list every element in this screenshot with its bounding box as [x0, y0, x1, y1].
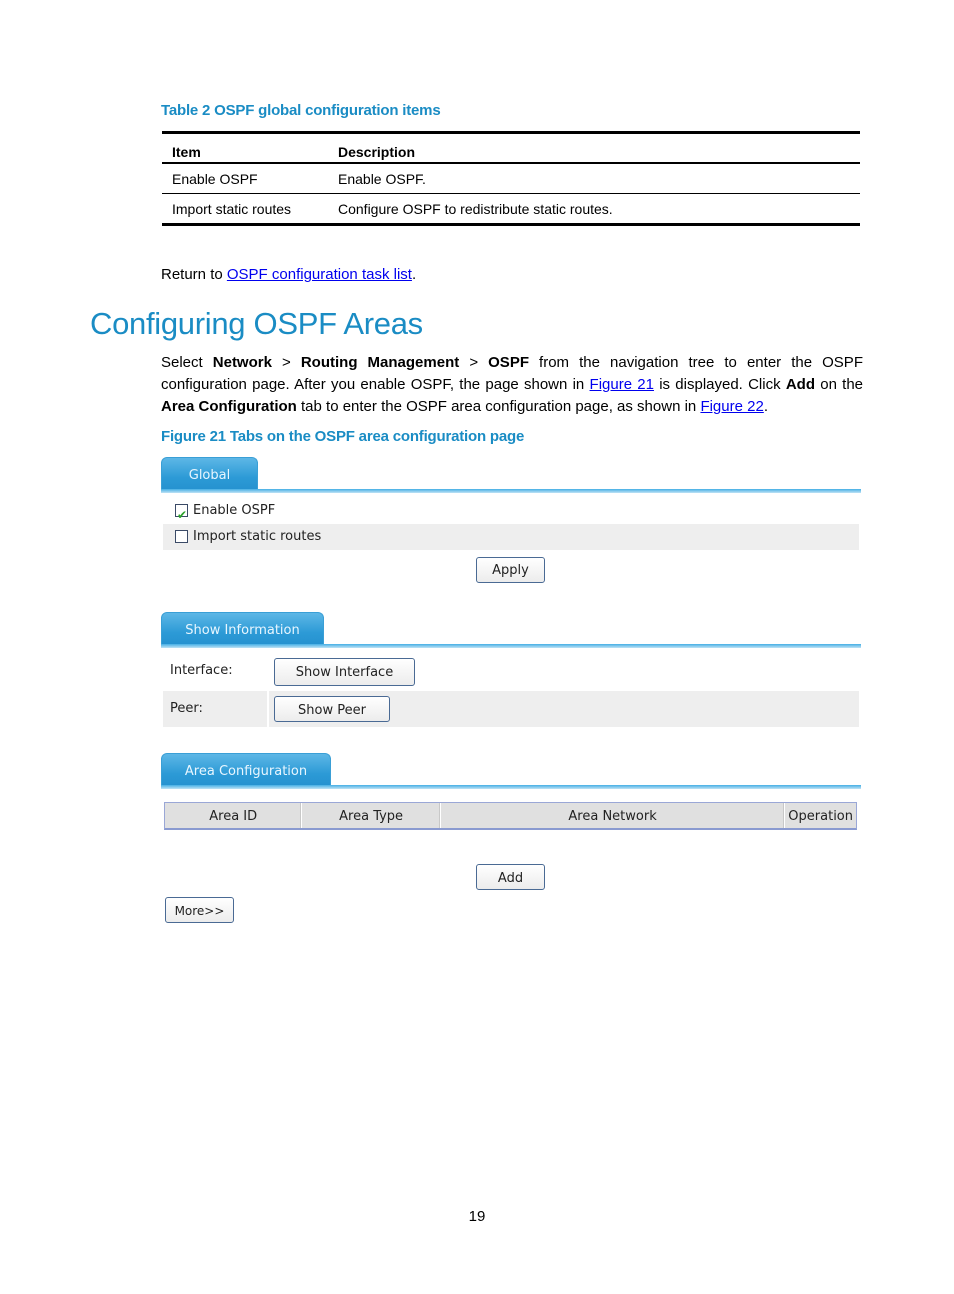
figure-22-link[interactable]: Figure 22: [700, 398, 763, 415]
area-config-tabbar: Area Configuration: [161, 753, 861, 789]
menu-network: Network: [212, 354, 272, 371]
enable-ospf-checkbox[interactable]: ✔: [175, 504, 188, 522]
column-area-type[interactable]: Area Type: [302, 803, 441, 828]
peer-label: Peer:: [170, 701, 203, 716]
cell-divider: [267, 691, 269, 727]
apply-button[interactable]: Apply: [476, 557, 545, 583]
return-line: Return to OSPF configuration task list.: [161, 264, 416, 286]
table-row: Import static routes Configure OSPF to r…: [162, 193, 860, 226]
spec-table-header: Item Description: [162, 131, 860, 164]
cell-item: Import static routes: [162, 193, 328, 226]
header-description: Description: [328, 131, 860, 164]
tab-divider: [161, 785, 861, 789]
menu-ospf: OSPF: [488, 354, 529, 371]
section-title: Configuring OSPF Areas: [90, 306, 423, 341]
import-static-row: Import static routes: [163, 524, 859, 550]
show-peer-button[interactable]: Show Peer: [274, 696, 390, 722]
cell-description: Configure OSPF to redistribute static ro…: [328, 193, 860, 226]
peer-row: Peer:: [163, 691, 859, 727]
figure-21-link[interactable]: Figure 21: [590, 376, 654, 393]
add-button[interactable]: Add: [476, 864, 545, 890]
page-number: 19: [468, 1208, 486, 1225]
column-area-network[interactable]: Area Network: [441, 803, 786, 828]
show-interface-button[interactable]: Show Interface: [274, 658, 415, 686]
table-row: Enable OSPF Enable OSPF.: [162, 163, 860, 194]
figure-caption: Figure 21 Tabs on the OSPF area configur…: [161, 428, 525, 445]
cell-item: Enable OSPF: [162, 163, 328, 194]
menu-routing-management: Routing Management: [300, 354, 460, 371]
import-static-checkbox[interactable]: [175, 530, 188, 543]
header-item: Item: [162, 131, 328, 164]
add-term: Add: [785, 376, 815, 393]
return-suffix: .: [411, 266, 417, 283]
global-tabbar: Global: [161, 457, 861, 493]
intro-paragraph: Select Network > Routing Management > OS…: [161, 354, 864, 415]
task-list-link[interactable]: OSPF configuration task list: [227, 266, 412, 283]
tab-area-configuration[interactable]: Area Configuration: [161, 753, 331, 787]
show-info-tabbar: Show Information: [161, 612, 861, 648]
more-button[interactable]: More>>: [165, 897, 234, 923]
enable-ospf-label: Enable OSPF: [193, 503, 276, 518]
spec-table: Item Description Enable OSPF Enable OSPF…: [162, 131, 860, 226]
table-caption: Table 2 OSPF global configuration items: [161, 102, 441, 119]
cell-description: Enable OSPF.: [328, 163, 860, 194]
enable-ospf-row: ✔ Enable OSPF: [163, 497, 859, 524]
area-table-header: Area ID Area Type Area Network Operation: [164, 802, 857, 830]
tab-global[interactable]: Global: [161, 457, 258, 491]
interface-row: Interface:: [163, 653, 859, 691]
import-static-label: Import static routes: [193, 529, 322, 544]
area-config-term: Area Configuration: [161, 398, 297, 415]
tab-divider: [161, 489, 861, 493]
column-operation[interactable]: Operation: [785, 803, 856, 828]
return-prefix: Return to: [161, 266, 227, 283]
interface-label: Interface:: [170, 663, 233, 678]
column-area-id[interactable]: Area ID: [165, 803, 303, 828]
tab-show-information[interactable]: Show Information: [161, 612, 324, 646]
tab-divider: [161, 644, 861, 648]
